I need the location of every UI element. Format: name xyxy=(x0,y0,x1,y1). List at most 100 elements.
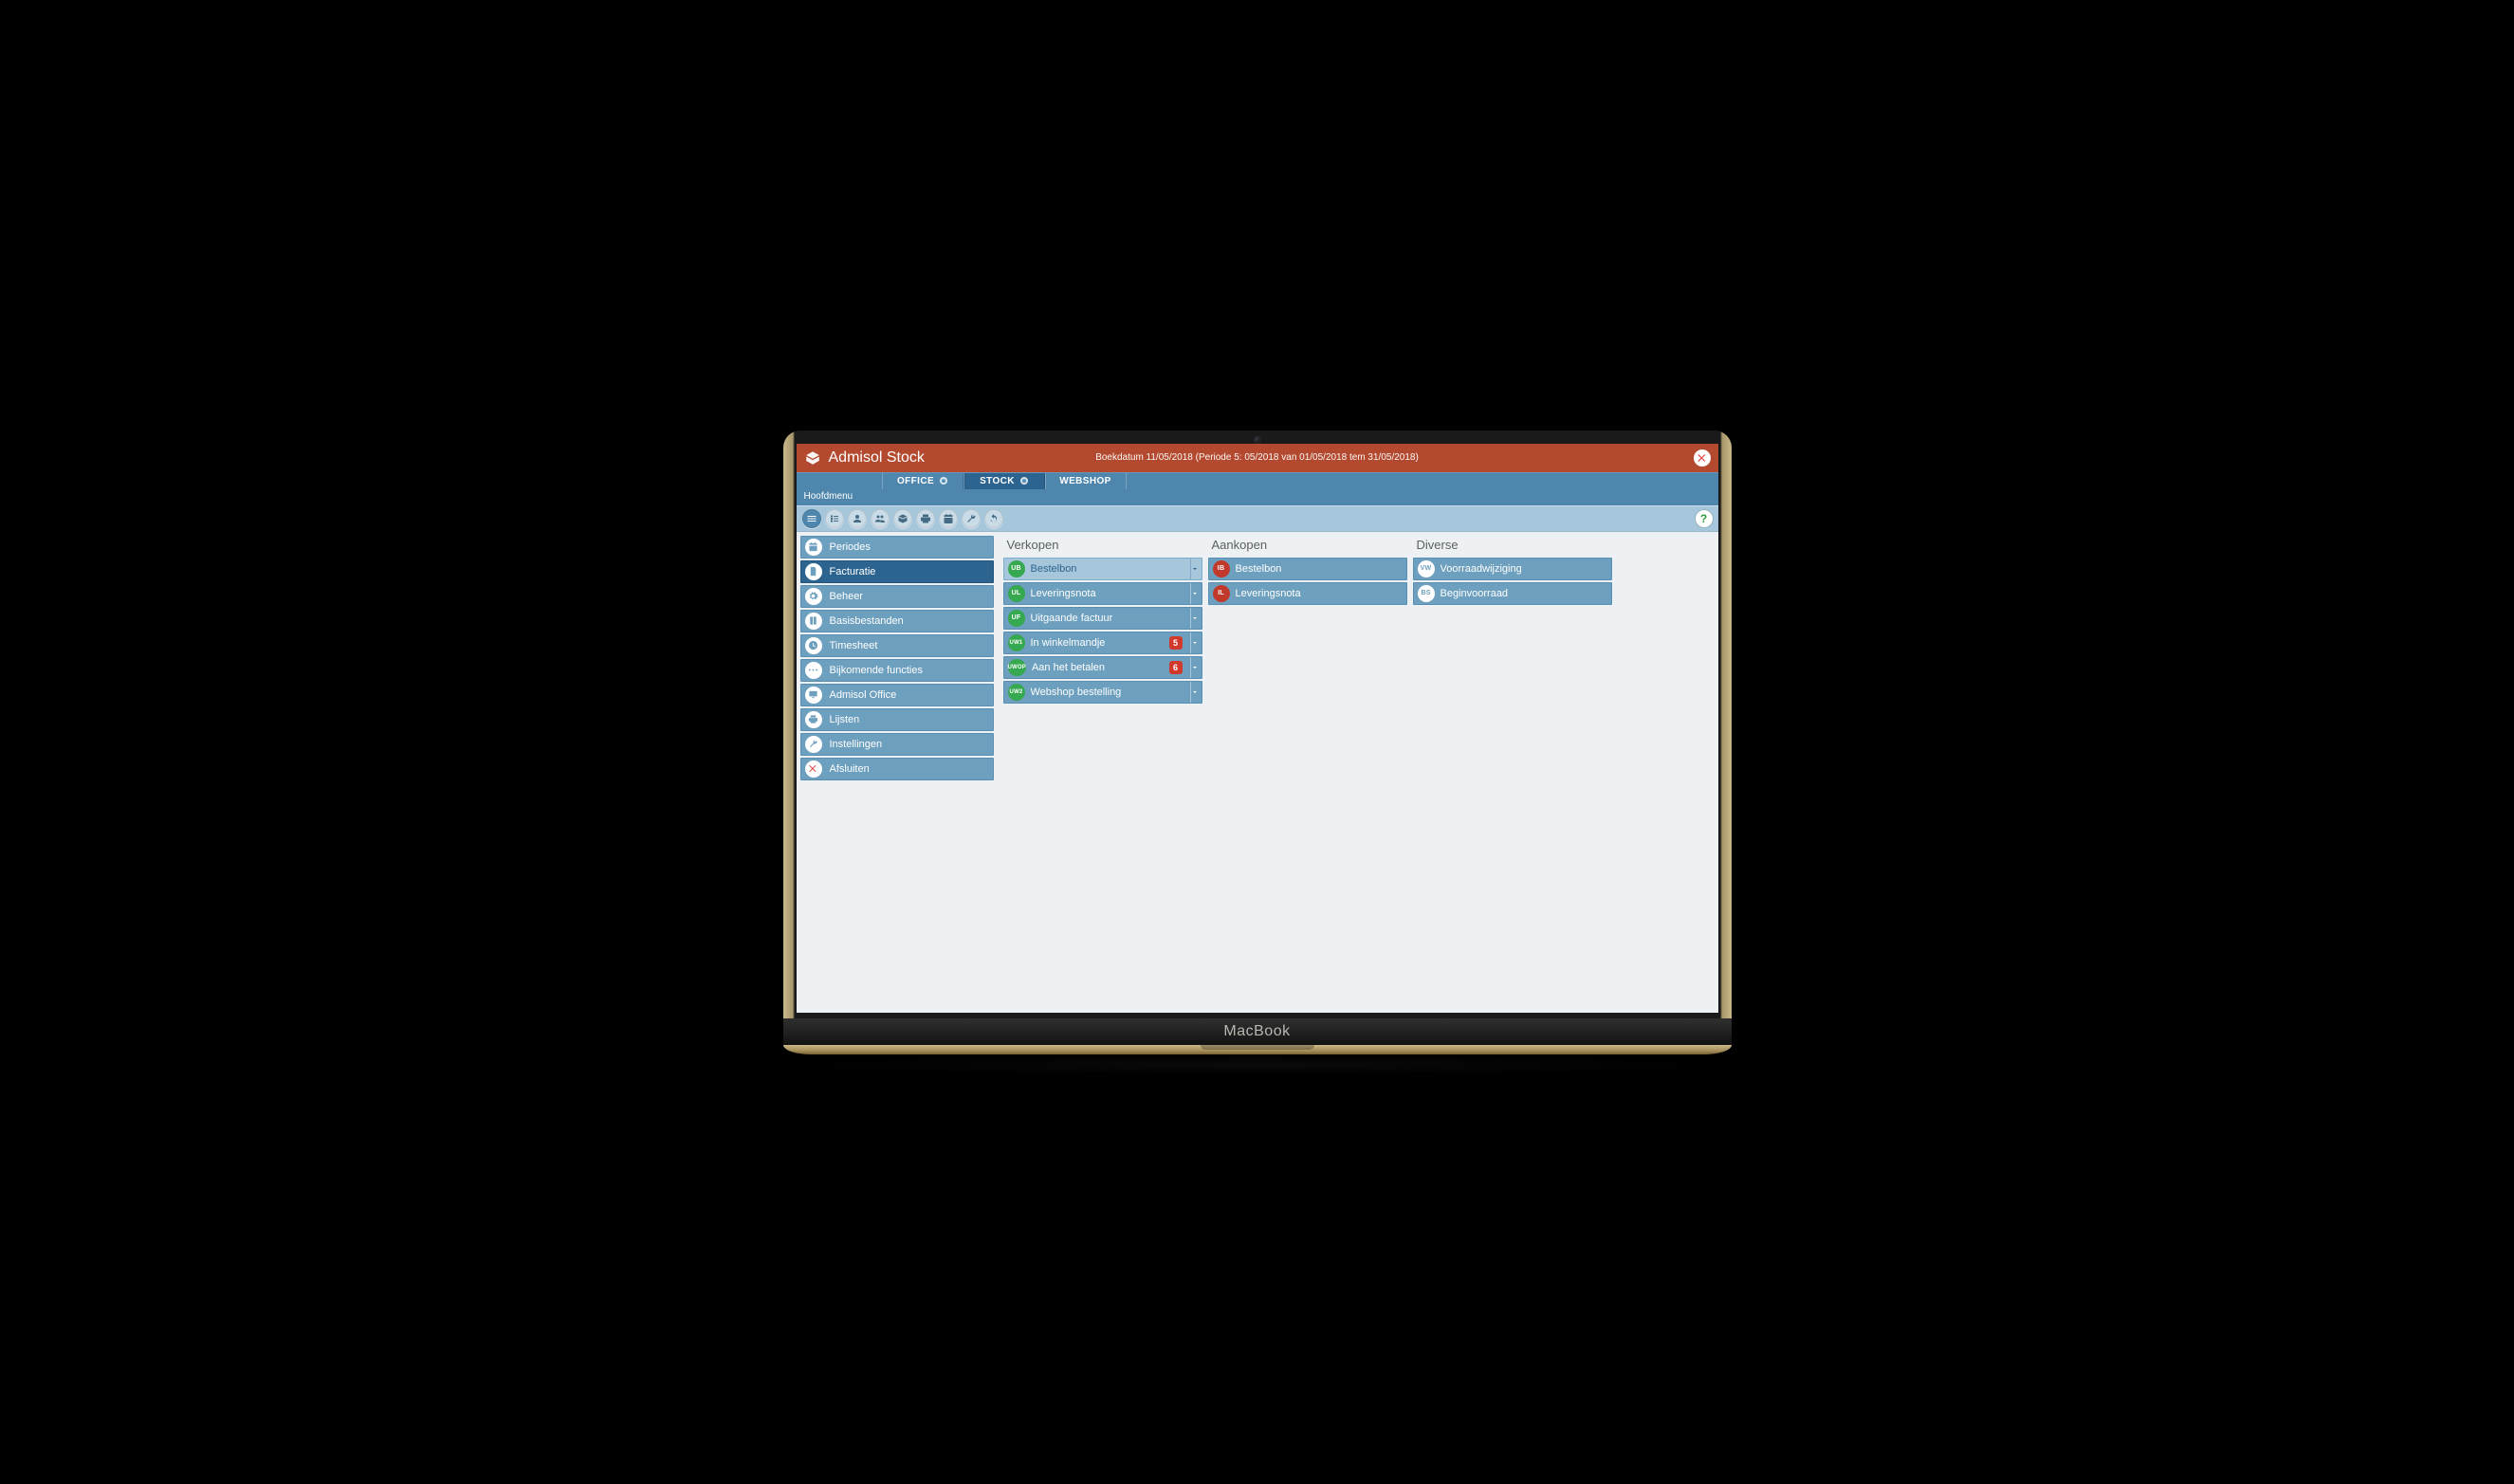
module-tab-bar: OFFICE STOCK WEBSHOP xyxy=(797,472,1718,489)
quick-toolbar: ? xyxy=(797,505,1718,532)
printer-icon xyxy=(805,711,822,728)
panel-item-label: Uitgaande factuur xyxy=(1031,613,1184,624)
module-tab-label: STOCK xyxy=(980,476,1015,486)
panel-item-uitgaande-factuur[interactable]: UF Uitgaande factuur xyxy=(1003,607,1202,630)
calendar-icon[interactable] xyxy=(939,509,958,528)
refresh-icon[interactable] xyxy=(984,509,1003,528)
sidebar-item-timesheet[interactable]: Timesheet xyxy=(800,634,994,657)
sidebar-item-label: Admisol Office xyxy=(830,689,897,701)
device-label: MacBook xyxy=(783,1018,1732,1045)
column-title: Verkopen xyxy=(1007,538,1202,552)
sidebar-item-label: Bijkomende functies xyxy=(830,665,923,676)
code-chip: UW2 xyxy=(1008,684,1025,701)
app-title: Admisol Stock xyxy=(829,449,925,467)
sidebar-item-periodes[interactable]: Periodes xyxy=(800,536,994,559)
dropdown-toggle[interactable] xyxy=(1190,682,1200,703)
module-tab-office[interactable]: OFFICE xyxy=(882,473,963,489)
code-chip: IL xyxy=(1213,585,1230,602)
sidebar-item-lijsten[interactable]: Lijsten xyxy=(800,708,994,731)
column-title: Diverse xyxy=(1417,538,1612,552)
dropdown-toggle[interactable] xyxy=(1190,657,1200,678)
sidebar-item-afsluiten[interactable]: Afsluiten xyxy=(800,758,994,780)
panel-item-bestelbon[interactable]: UB Bestelbon xyxy=(1003,558,1202,580)
panel-item-label: Bestelbon xyxy=(1236,563,1404,575)
panel-item-beginvoorraad[interactable]: BS Beginvoorraad xyxy=(1413,582,1612,605)
files-icon xyxy=(805,613,822,630)
module-tab-indicator-icon xyxy=(940,477,947,485)
code-chip: UL xyxy=(1008,585,1025,602)
count-badge: 6 xyxy=(1169,661,1183,674)
panel-item-label: Bestelbon xyxy=(1031,563,1184,575)
screen-bezel: Admisol Stock Boekdatum 11/05/2018 (Peri… xyxy=(783,431,1732,1018)
panel-item-label: Leveringsnota xyxy=(1031,588,1184,599)
sidebar-item-instellingen[interactable]: Instellingen xyxy=(800,733,994,756)
sidebar-item-label: Afsluiten xyxy=(830,763,870,775)
panel-item-leveringsnota[interactable]: UL Leveringsnota xyxy=(1003,582,1202,605)
dropdown-toggle[interactable] xyxy=(1190,559,1200,579)
sidebar-item-beheer[interactable]: Beheer xyxy=(800,585,994,608)
sidebar-item-label: Lijsten xyxy=(830,714,860,725)
panel-item-label: Aan het betalen xyxy=(1032,662,1164,673)
wrench-icon[interactable] xyxy=(962,509,981,528)
module-tab-label: OFFICE xyxy=(897,476,934,486)
print-icon[interactable] xyxy=(916,509,935,528)
app-logo-icon xyxy=(804,449,821,467)
dropdown-toggle[interactable] xyxy=(1190,583,1200,604)
dots-icon xyxy=(805,662,822,679)
dropdown-toggle[interactable] xyxy=(1190,608,1200,629)
module-tab-indicator-icon xyxy=(1020,477,1028,485)
sidebar-item-label: Instellingen xyxy=(830,739,883,750)
panel-item-aan-het-betalen[interactable]: UWOP Aan het betalen 6 xyxy=(1003,656,1202,679)
code-chip: UF xyxy=(1008,610,1025,627)
code-chip: UB xyxy=(1008,560,1025,577)
main-content: Periodes Facturatie Beheer BasisbestandenTi… xyxy=(797,532,1718,1013)
app-window: Admisol Stock Boekdatum 11/05/2018 (Peri… xyxy=(797,444,1718,1013)
sidebar-item-label: Facturatie xyxy=(830,566,876,577)
module-tab-webshop[interactable]: WEBSHOP xyxy=(1045,473,1127,489)
panel-item-voorraadwijziging[interactable]: VWVoorraadwijziging xyxy=(1413,558,1612,580)
invoice-icon xyxy=(805,563,822,580)
module-tab-stock[interactable]: STOCK xyxy=(963,473,1045,489)
panel-item-in-winkelmandje[interactable]: UW1In winkelmandje5 xyxy=(1003,632,1202,654)
panel-item-label: In winkelmandje xyxy=(1031,637,1164,649)
list-icon[interactable] xyxy=(825,509,844,528)
help-button[interactable]: ? xyxy=(1696,510,1713,527)
camera-icon xyxy=(1254,436,1261,444)
sidebar-item-label: Periodes xyxy=(830,541,871,553)
count-badge: 5 xyxy=(1169,636,1183,650)
code-chip: BS xyxy=(1418,585,1435,602)
sidebar-item-basisbestanden[interactable]: Basisbestanden xyxy=(800,610,994,632)
group-icon[interactable] xyxy=(871,509,890,528)
column-title: Aankopen xyxy=(1212,538,1407,552)
code-chip: IB xyxy=(1213,560,1230,577)
laptop-base xyxy=(783,1045,1732,1054)
panel-item-bestelbon[interactable]: IB Bestelbon xyxy=(1208,558,1407,580)
panel-item-label: Leveringsnota xyxy=(1236,588,1404,599)
panel-item-label: Voorraadwijziging xyxy=(1441,563,1609,575)
panel-item-label: Beginvoorraad xyxy=(1441,588,1609,599)
wrench-icon xyxy=(805,736,822,753)
box-icon[interactable] xyxy=(893,509,912,528)
dropdown-toggle[interactable] xyxy=(1190,632,1200,653)
sidebar-item-admisol-office[interactable]: Admisol Office xyxy=(800,684,994,706)
panel-columns: Verkopen UB Bestelbon UL Leveringsnota UF Uitg… xyxy=(998,532,1718,1013)
column-verkopen: Verkopen UB Bestelbon UL Leveringsnota UF Uitg… xyxy=(1003,536,1202,704)
panel-item-leveringsnota[interactable]: IL Leveringsnota xyxy=(1208,582,1407,605)
sidebar-menu: Periodes Facturatie Beheer BasisbestandenTi… xyxy=(797,532,998,1013)
sidebar-item-label: Beheer xyxy=(830,591,863,602)
sidebar-item-facturatie[interactable]: Facturatie xyxy=(800,560,994,583)
sidebar-item-bijkomende-functies[interactable]: Bijkomende functies xyxy=(800,659,994,682)
panel-item-label: Webshop bestelling xyxy=(1031,687,1184,698)
app-header: Admisol Stock Boekdatum 11/05/2018 (Peri… xyxy=(797,444,1718,472)
code-chip: UWOP xyxy=(1008,659,1026,676)
panel-item-webshop-bestelling[interactable]: UW2 Webshop bestelling xyxy=(1003,681,1202,704)
close-button[interactable] xyxy=(1694,449,1711,467)
calendar-icon xyxy=(805,539,822,556)
person-icon[interactable] xyxy=(848,509,867,528)
booking-date-status: Boekdatum 11/05/2018 (Periode 5: 05/2018… xyxy=(1095,452,1419,463)
menu-icon[interactable] xyxy=(802,509,821,528)
column-diverse: Diverse VWVoorraadwijziging BS Beginvoorraa… xyxy=(1413,536,1612,605)
clock-icon xyxy=(805,637,822,654)
close-icon xyxy=(805,760,822,778)
screen-icon xyxy=(805,687,822,704)
